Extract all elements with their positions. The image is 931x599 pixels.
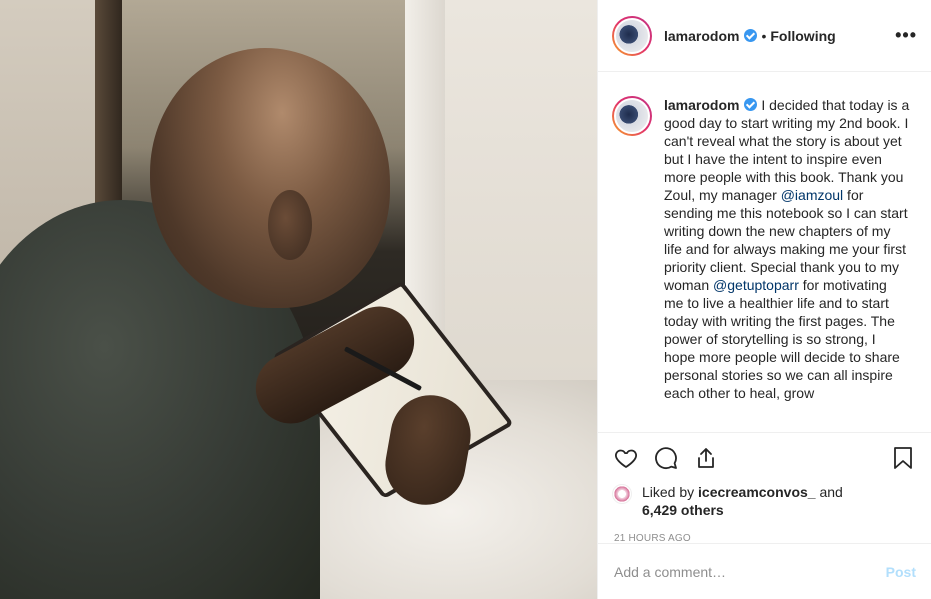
- bookmark-icon[interactable]: [889, 444, 917, 472]
- heart-icon[interactable]: [612, 444, 640, 472]
- author-username[interactable]: lamarodom: [664, 28, 739, 44]
- photo-person-ear: [268, 190, 312, 260]
- caption-text-part-3: for motivating me to live a healthier li…: [664, 277, 900, 401]
- comment-input[interactable]: Add a comment…: [614, 564, 886, 580]
- author-avatar[interactable]: [612, 15, 652, 56]
- following-button[interactable]: Following: [770, 28, 835, 44]
- caption-verified-badge-icon: [744, 98, 758, 111]
- post-timestamp[interactable]: 21 HOURS AGO: [598, 519, 931, 544]
- caption-avatar[interactable]: [612, 96, 652, 136]
- post-header: lamarodom • Following •••: [598, 0, 931, 72]
- post-photo[interactable]: [0, 0, 597, 599]
- likes-text: Liked by icecreamconvos_ and 6,429 others: [642, 483, 843, 519]
- caption-text: lamarodom I decided that today is a good…: [664, 96, 910, 432]
- post-side-panel: lamarodom • Following ••• lamarodom I de…: [597, 0, 931, 599]
- comment-icon[interactable]: [652, 444, 680, 472]
- caption-avatar-image: [614, 98, 650, 134]
- post-comment-button[interactable]: Post: [886, 564, 916, 580]
- share-icon[interactable]: [692, 444, 720, 472]
- caption-username[interactable]: lamarodom: [664, 97, 739, 113]
- author-avatar-image: [614, 17, 650, 54]
- more-options-icon[interactable]: •••: [895, 25, 917, 46]
- mention-link-getuptoparr[interactable]: @getuptoparr: [713, 277, 799, 293]
- likes-prefix: Liked by: [642, 484, 699, 500]
- likes-count-link[interactable]: 6,429 others: [642, 502, 724, 518]
- caption-section: lamarodom I decided that today is a good…: [598, 72, 931, 433]
- liker-username[interactable]: icecreamconvos_: [698, 484, 816, 500]
- mention-link-iamzoul[interactable]: @iamzoul: [781, 187, 843, 203]
- comment-box: Add a comment… Post: [598, 543, 931, 599]
- likes-middle: and: [815, 484, 843, 500]
- liker-avatar[interactable]: [612, 484, 632, 504]
- action-bar: [598, 433, 931, 483]
- header-separator: •: [761, 27, 767, 44]
- verified-badge-icon: [744, 29, 758, 42]
- likes-summary: Liked by icecreamconvos_ and 6,429 others: [598, 483, 931, 519]
